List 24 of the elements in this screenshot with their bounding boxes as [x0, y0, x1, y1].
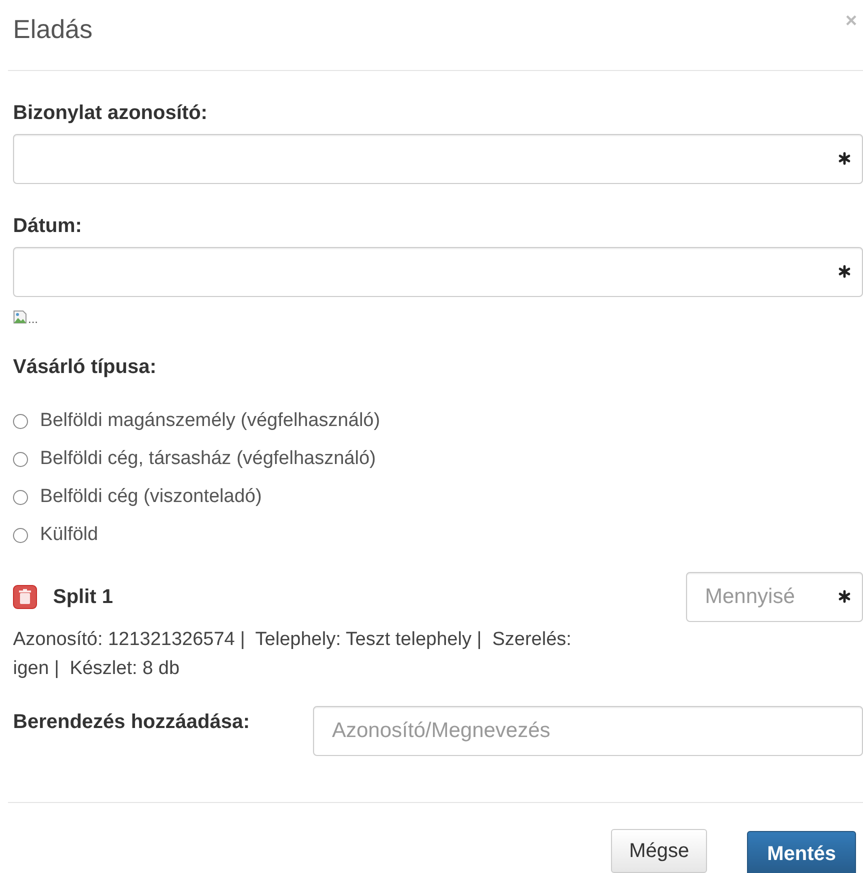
- input-field[interactable]: [13, 134, 863, 184]
- dialog-title: Eladás: [13, 13, 92, 45]
- radio-button[interactable]: [13, 414, 28, 428]
- search-field[interactable]: Azonosító/Megnevezés: [313, 706, 863, 756]
- radio-button[interactable]: [13, 528, 28, 542]
- field-label: Bizonylat azonosító:: [13, 101, 208, 125]
- field-label: Berendezés hozzáadása:: [13, 710, 251, 734]
- radio-label[interactable]: Belföldi magánszemély (végfelhasználó): [40, 410, 380, 432]
- image-alt-text: ...: [28, 314, 38, 324]
- radio-label[interactable]: Külföld: [40, 524, 98, 546]
- quantity-field[interactable]: Mennyisé: [686, 572, 863, 622]
- item-details: Azonosító: 121321326574 | Telephely: Teszt telephely | Szerelés: igen | Készlet: 8 db: [13, 628, 572, 681]
- field-label: Vásárló típusa:: [13, 355, 156, 379]
- delete-button[interactable]: [13, 585, 37, 609]
- radio-label[interactable]: Belföldi cég, társasház (végfelhasználó): [40, 448, 376, 470]
- radio-button[interactable]: [13, 452, 28, 466]
- input-field[interactable]: [13, 247, 863, 297]
- field-label: Dátum:: [13, 214, 82, 238]
- save-button[interactable]: Mentés: [747, 831, 856, 873]
- broken-image-icon: [13, 310, 27, 324]
- item-name: Split 1: [53, 586, 114, 608]
- radio-button[interactable]: [13, 490, 28, 504]
- radio-label[interactable]: Belföldi cég (viszonteladó): [40, 486, 262, 508]
- cancel-button[interactable]: Mégse: [611, 829, 708, 873]
